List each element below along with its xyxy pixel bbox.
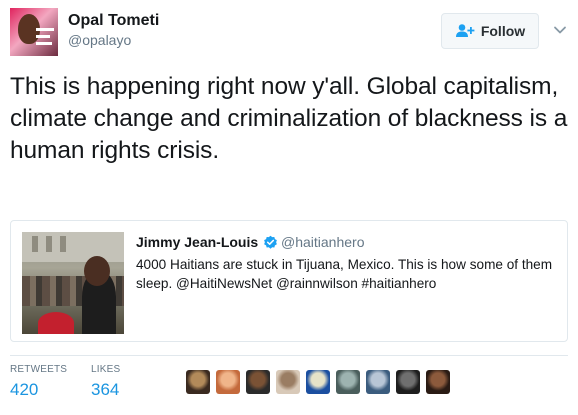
avatar-detail: [36, 28, 54, 31]
likes-count[interactable]: 364: [91, 380, 120, 400]
retweets-stat[interactable]: RETWEETS 420: [10, 364, 67, 400]
follow-button[interactable]: Follow: [441, 13, 539, 49]
liker-avatar[interactable]: [276, 370, 300, 394]
photo-window: [46, 236, 52, 252]
author-handle[interactable]: @opalayo: [68, 32, 131, 48]
quoted-tweet[interactable]: Jimmy Jean-Louis @haitianhero 4000 Haiti…: [10, 220, 568, 342]
likers-avatars: [186, 370, 450, 394]
photo-window: [60, 236, 66, 252]
photo-person-head: [84, 256, 110, 286]
person-add-icon: [455, 24, 475, 37]
quoted-author-name[interactable]: Jimmy Jean-Louis: [136, 234, 258, 250]
photo-red-cloth: [38, 312, 74, 334]
tweet-text: This is happening right now y'all. Globa…: [10, 73, 568, 164]
liker-avatar[interactable]: [216, 370, 240, 394]
liker-avatar[interactable]: [186, 370, 210, 394]
liker-avatar[interactable]: [246, 370, 270, 394]
quoted-tweet-text: 4000 Haitians are stuck in Tijuana, Mexi…: [136, 257, 553, 291]
tweet-header: Opal Tometi @opalayo Follow: [10, 8, 568, 60]
divider: [10, 355, 568, 356]
liker-avatar[interactable]: [396, 370, 420, 394]
quoted-author-handle[interactable]: @haitianhero: [281, 234, 365, 250]
likes-label: LIKES: [91, 364, 121, 375]
liker-avatar[interactable]: [366, 370, 390, 394]
liker-avatar[interactable]: [426, 370, 450, 394]
author-avatar[interactable]: [10, 8, 58, 56]
author-name[interactable]: Opal Tometi: [68, 12, 159, 30]
verified-badge-icon: [264, 235, 277, 249]
chevron-down-icon[interactable]: [552, 22, 568, 38]
avatar-detail: [36, 35, 50, 38]
follow-label: Follow: [480, 23, 526, 39]
likes-stat[interactable]: LIKES 364: [91, 364, 120, 400]
photo-window: [32, 236, 38, 252]
retweets-count[interactable]: 420: [10, 380, 67, 400]
avatar-detail: [36, 42, 52, 45]
liker-avatar[interactable]: [306, 370, 330, 394]
quoted-tweet-photo[interactable]: [22, 232, 124, 334]
liker-avatar[interactable]: [336, 370, 360, 394]
retweets-label: RETWEETS: [10, 364, 68, 375]
